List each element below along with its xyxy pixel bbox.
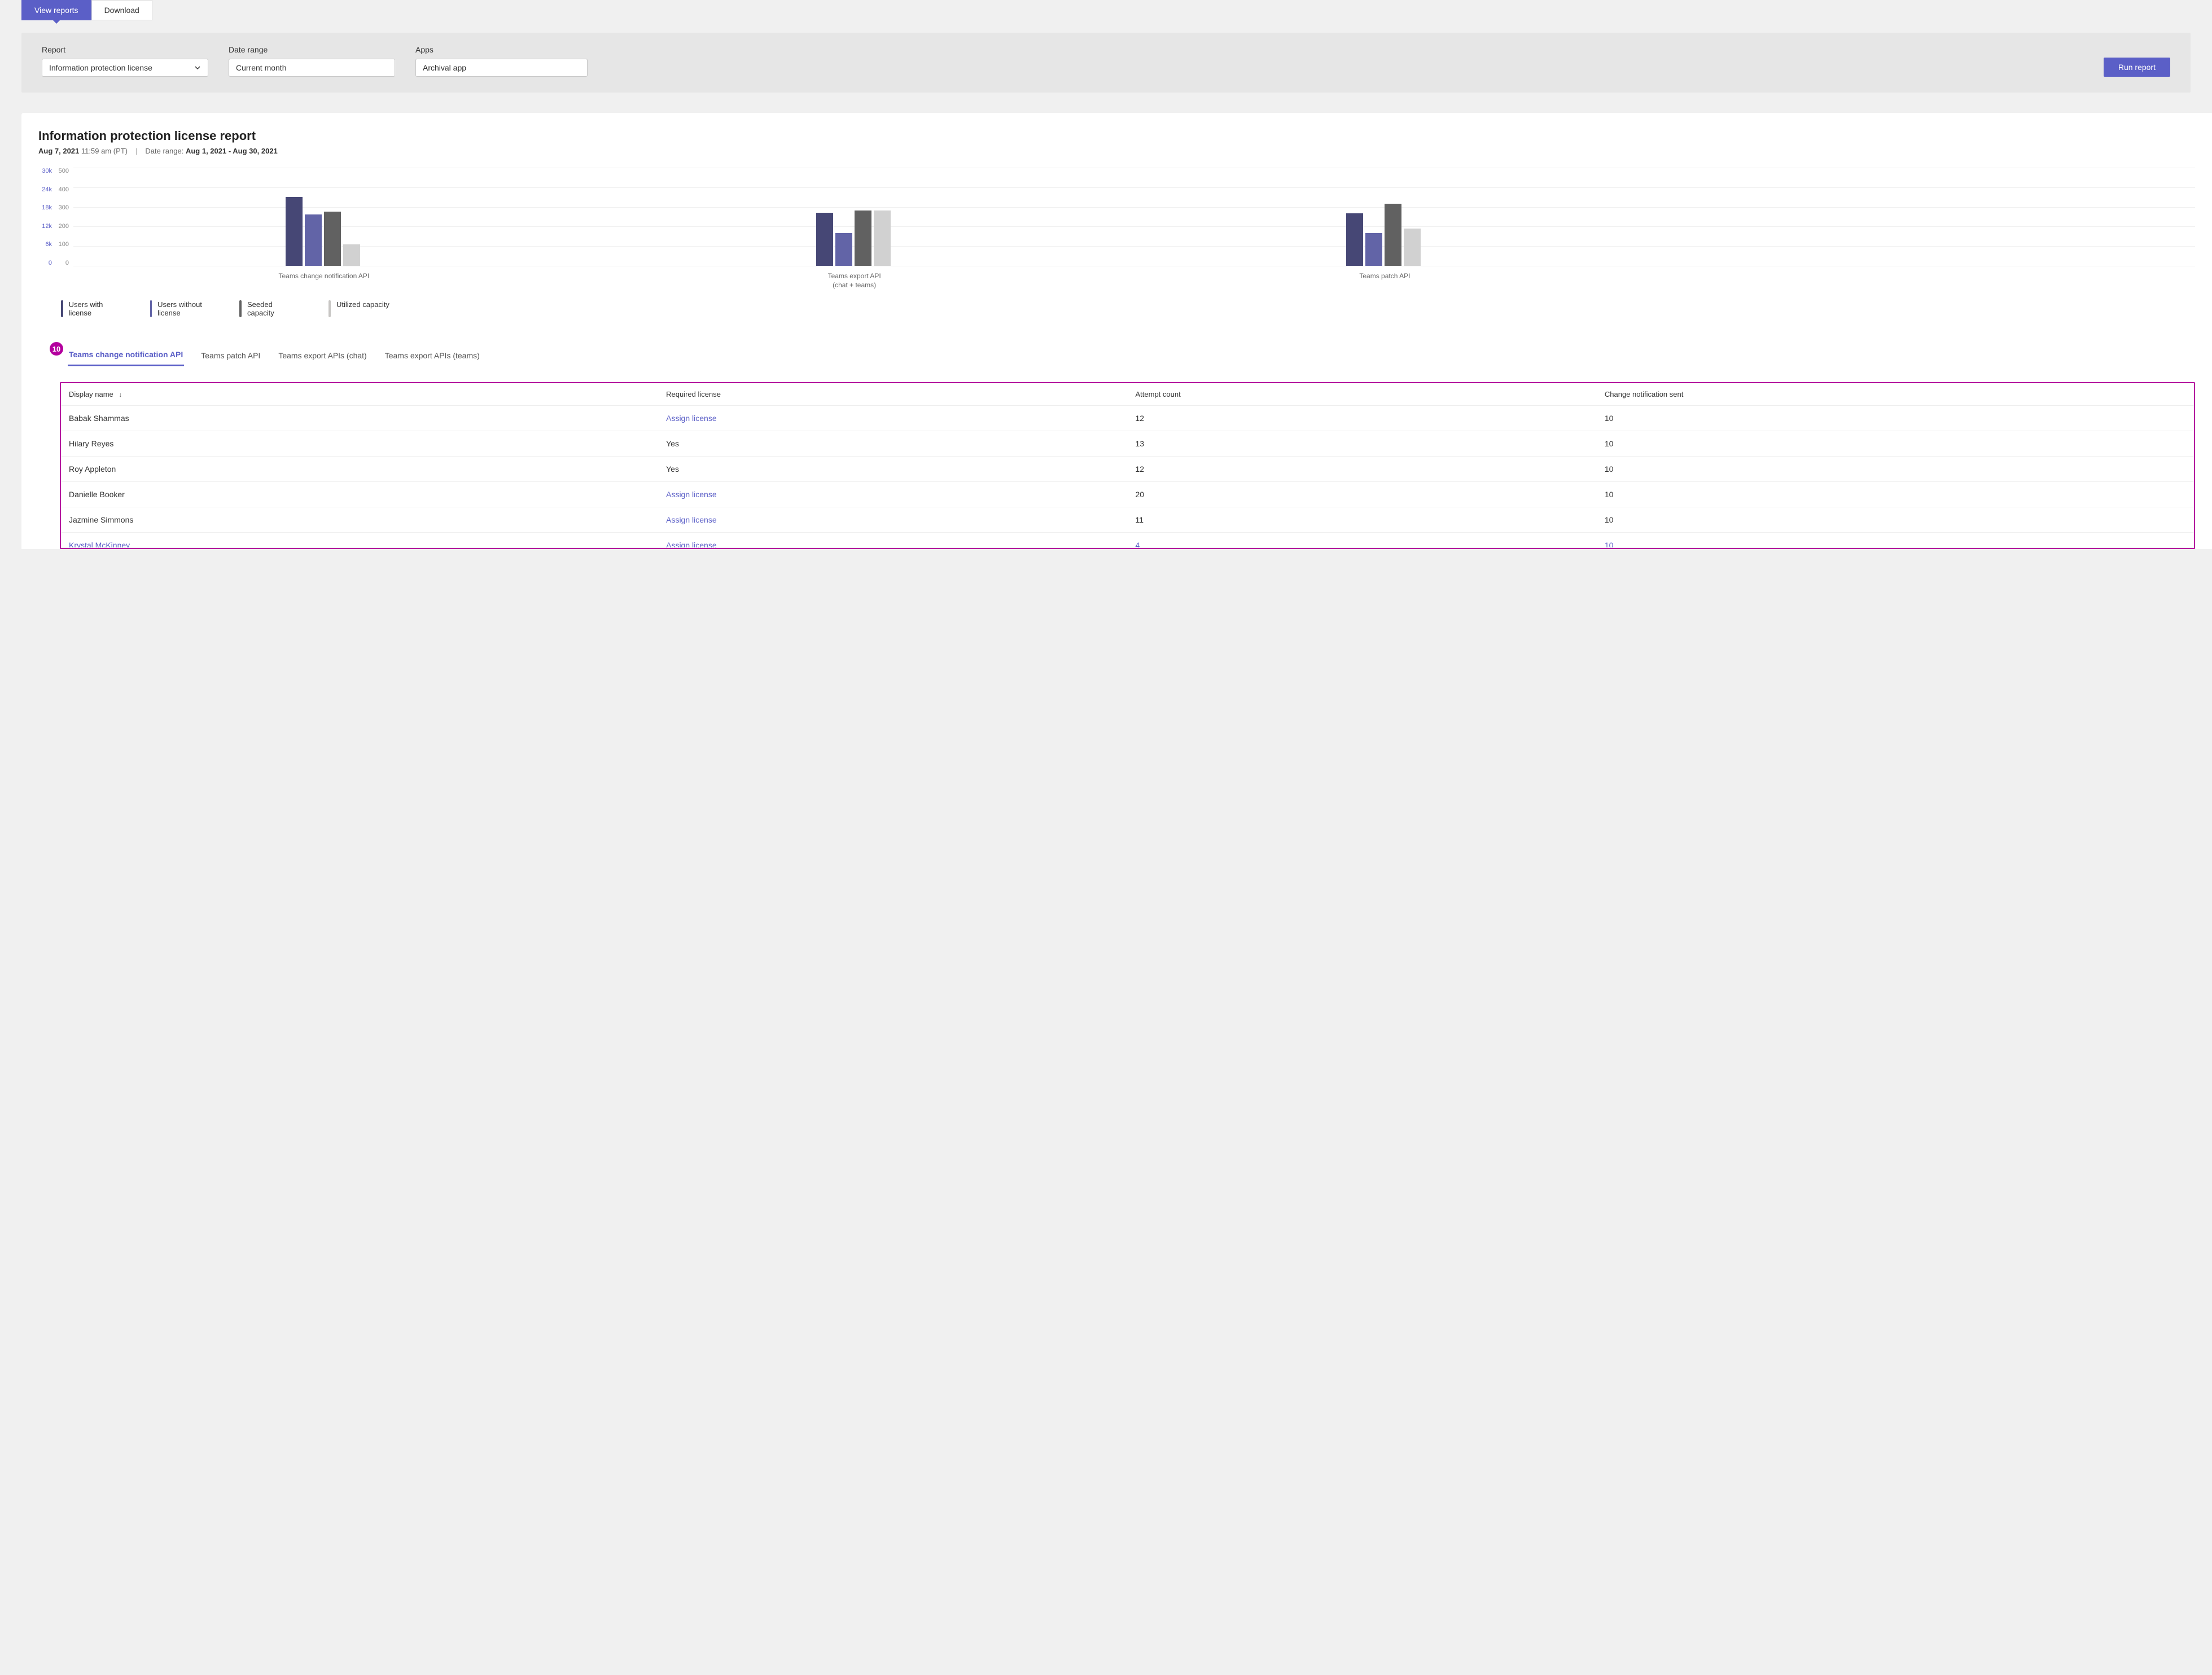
legend-swatch [328,300,331,317]
chart-bar [324,212,341,266]
range-value: Aug 1, 2021 - Aug 30, 2021 [186,147,278,155]
meta-separator: | [135,147,137,155]
sort-down-icon: ↓ [119,391,122,398]
bar-group [816,211,891,266]
chart-bar [855,211,871,266]
callout-badge: 10 [50,342,63,356]
report-meta: Aug 7, 2021 11:59 am (PT) | Date range: … [38,147,2195,155]
legend-label: Users with license [69,300,123,317]
x-axis-label: Teams export API(chat + teams) [828,272,881,290]
col-attempt-count[interactable]: Attempt count [1127,383,1596,406]
y-axis-primary: 30k24k18k12k6k0 [38,168,56,266]
legend-swatch [150,300,152,317]
table-row[interactable]: Roy AppletonYes1210 [61,457,2194,482]
chart-bar [874,211,891,266]
top-tab-bar: View reports Download [0,0,2212,20]
chart-bar [1385,204,1401,266]
chart-legend: Users with license Users without license S… [44,289,2212,317]
chart: 30k24k18k12k6k0 5004003002001000 Teams c… [21,155,2212,289]
date-range-label: Date range [229,45,395,54]
col-required-license[interactable]: Required license [658,383,1127,406]
range-label: Date range: [145,147,183,155]
data-tab-patch[interactable]: Teams patch API [200,345,261,366]
col-display-name[interactable]: Display name ↓ [61,383,658,406]
x-axis-label: Teams patch API [1359,272,1410,281]
data-table: Display name ↓ Required license Attempt … [61,383,2194,548]
table-row[interactable]: Babak ShammasAssign license1210 [61,406,2194,431]
report-title: Information protection license report [38,129,2195,143]
report-select-value: Information protection license [49,63,152,72]
data-tab-export-teams[interactable]: Teams export APIs (teams) [384,345,481,366]
date-range-select[interactable]: Current month [229,59,395,77]
tab-view-reports[interactable]: View reports [21,0,91,20]
run-report-button[interactable]: Run report [2104,58,2170,77]
chart-bar [305,214,322,266]
legend-label: Seeded capacity [247,300,301,317]
legend-label: Utilized capacity [336,300,389,317]
bar-group [1346,204,1421,266]
report-label: Report [42,45,208,54]
assign-license-link[interactable]: Assign license [658,482,1127,507]
legend-item: Users without license [150,300,212,317]
chart-bar [286,197,303,266]
chart-plot [73,168,2195,266]
legend-swatch [239,300,242,317]
legend-item: Users with license [61,300,123,317]
data-tab-export-chat[interactable]: Teams export APIs (chat) [277,345,367,366]
table-row[interactable]: Danielle BookerAssign license2010 [61,482,2194,507]
y-axis-secondary: 5004003002001000 [56,168,73,266]
report-select[interactable]: Information protection license [42,59,208,77]
apps-label: Apps [415,45,588,54]
report-date: Aug 7, 2021 [38,147,79,155]
chart-bar [1365,233,1382,266]
legend-swatch [61,300,63,317]
date-range-value: Current month [236,63,286,72]
data-tab-bar: 10 Teams change notification API Teams p… [21,317,2212,366]
table-row[interactable]: Krystal McKinneyAssign license410 [61,533,2194,548]
col-notification-sent[interactable]: Change notification sent [1597,383,2194,406]
chevron-down-icon [194,64,201,71]
table-row[interactable]: Hilary ReyesYes1310 [61,431,2194,457]
data-table-highlight: Display name ↓ Required license Attempt … [60,382,2195,549]
chart-bar [1346,213,1363,266]
report-card: Information protection license report Au… [21,113,2212,549]
assign-license-link[interactable]: Assign license [658,507,1127,533]
filter-panel: Report Information protection license Da… [21,33,2191,93]
table-row[interactable]: Jazmine SimmonsAssign license1110 [61,507,2194,533]
bar-group [286,197,360,266]
col-display-name-label: Display name [69,390,113,398]
legend-item: Seeded capacity [239,300,301,317]
apps-select[interactable]: Archival app [415,59,588,77]
x-axis-labels: Teams change notification API Teams expor… [73,272,2195,289]
chart-bar [835,233,852,266]
apps-value: Archival app [423,63,466,72]
legend-label: Users without license [157,300,212,317]
legend-item: Utilized capacity [328,300,389,317]
chart-bar [1404,229,1421,266]
chart-bar [343,244,360,266]
data-tab-change-notification[interactable]: Teams change notification API [68,344,184,366]
chart-bar [816,213,833,266]
report-time: 11:59 am (PT) [81,147,128,155]
tab-download[interactable]: Download [91,0,152,20]
assign-license-link[interactable]: Assign license [658,406,1127,431]
x-axis-label: Teams change notification API [279,272,370,281]
